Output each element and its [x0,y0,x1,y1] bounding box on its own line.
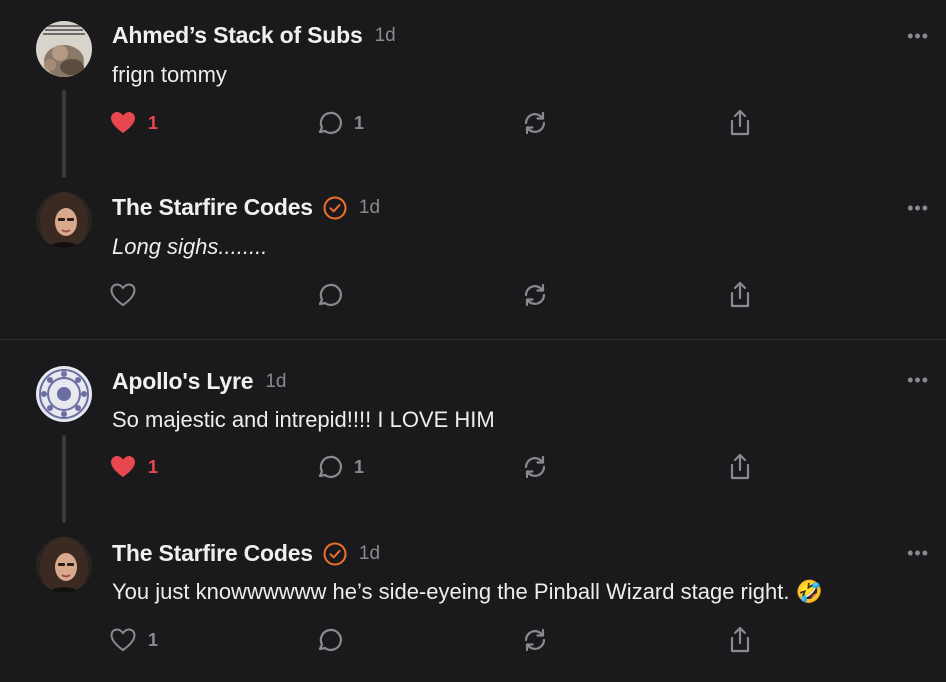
author-name[interactable]: The Starfire Codes [112,194,313,221]
heart-icon [111,456,135,477]
more-icon[interactable]: ••• [907,27,929,45]
avatar[interactable] [36,366,92,422]
like-count: 1 [148,112,159,133]
avatar[interactable] [36,192,92,248]
comment-text: Long sighs........ [112,234,268,259]
action-bar [0,280,946,310]
restack-icon [524,283,546,307]
more-icon[interactable]: ••• [907,199,929,217]
reply-button[interactable]: 1 [316,452,364,482]
thread-divider [0,339,946,340]
like-count: 1 [148,629,159,650]
like-count: 1 [148,456,159,477]
restack-button[interactable] [522,452,548,482]
share-icon [730,281,750,308]
action-bar: 1 1 [0,452,946,482]
restack-button[interactable] [522,280,548,310]
comment-text: So majestic and intrepid!!!! I LOVE HIM [112,407,495,432]
restack-icon [524,455,546,479]
share-icon [730,109,750,136]
restack-button[interactable] [522,625,548,655]
action-bar: 1 1 [0,108,946,138]
more-icon[interactable]: ••• [907,544,929,562]
comment-icon [318,455,342,478]
comment-header: Apollo's Lyre 1d [112,368,286,395]
restack-icon [524,111,546,135]
like-button[interactable]: 1 [110,625,158,655]
verified-badge-icon [323,542,347,565]
heart-icon [110,628,136,652]
avatar[interactable] [36,537,92,593]
reply-count: 1 [354,456,365,477]
timestamp[interactable]: 1d [359,197,380,219]
share-button[interactable] [727,108,753,138]
woman-portrait-avatar-image [36,537,92,593]
comment-text: frign tommy [112,62,227,87]
like-button[interactable] [110,280,148,310]
heart-icon [111,112,135,133]
author-name[interactable]: Ahmed’s Stack of Subs [112,22,363,49]
more-icon[interactable]: ••• [907,371,929,389]
timestamp[interactable]: 1d [375,25,396,47]
woman-portrait-avatar-image [36,192,92,248]
share-button[interactable] [727,452,753,482]
restack-icon [524,628,546,652]
share-icon [730,626,750,653]
reply-count: 1 [354,112,365,133]
like-button[interactable]: 1 [110,108,158,138]
comment-text: You just knowwwwww he’s side-eyeing the … [112,579,823,604]
share-button[interactable] [727,280,753,310]
heart-icon [110,283,136,307]
reply-button[interactable]: 1 [316,108,364,138]
author-name[interactable]: Apollo's Lyre [112,368,254,395]
mandala-pattern-avatar-image [36,366,92,422]
comment-icon [318,283,342,306]
author-name[interactable]: The Starfire Codes [112,540,313,567]
timestamp[interactable]: 1d [359,543,380,565]
reply-button[interactable] [316,625,354,655]
verified-badge-icon [323,196,347,219]
share-icon [730,453,750,480]
comment-header: The Starfire Codes 1d [112,194,380,221]
avatar[interactable] [36,21,92,77]
timestamp[interactable]: 1d [265,371,286,393]
like-button[interactable]: 1 [110,452,158,482]
restack-button[interactable] [522,108,548,138]
comment-icon [318,111,342,134]
comment-header: The Starfire Codes 1d [112,540,380,567]
reply-button[interactable] [316,280,354,310]
comment-icon [318,628,342,651]
comment-header: Ahmed’s Stack of Subs 1d [112,22,396,49]
meme-photo-avatar-image [36,21,92,77]
action-bar: 1 [0,625,946,655]
share-button[interactable] [727,625,753,655]
